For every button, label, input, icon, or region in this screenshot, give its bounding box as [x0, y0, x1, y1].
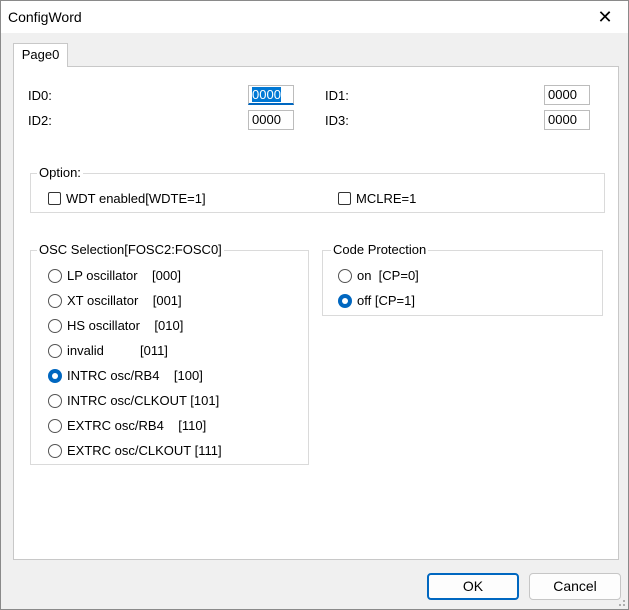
osc-radio-invalid[interactable]: invalid [011] [48, 343, 168, 358]
id1-value: 0000 [548, 87, 577, 102]
tab-page0[interactable]: Page0 [13, 43, 68, 67]
osc-radio-intrc-rb4-label: INTRC osc/RB4 [100] [67, 368, 203, 383]
osc-radio-intrc-clkout-label: INTRC osc/CLKOUT [101] [67, 393, 220, 408]
title-bar[interactable]: ConfigWord ✕ [1, 1, 628, 33]
close-button[interactable]: ✕ [582, 1, 628, 33]
cp-radio-off-label: off [CP=1] [357, 293, 415, 308]
window-title: ConfigWord [8, 9, 82, 25]
id2-label: ID2: [28, 113, 52, 128]
option-group-title: Option: [37, 165, 83, 180]
id0-value: 0000 [252, 87, 281, 102]
osc-radio-xt-label: XT oscillator [001] [67, 293, 182, 308]
code-protection-group-title: Code Protection [331, 242, 429, 257]
close-icon: ✕ [597, 6, 613, 27]
id3-field[interactable]: 0000 [544, 110, 590, 130]
id1-field[interactable]: 0000 [544, 85, 590, 105]
radio-circle-selected [48, 368, 62, 383]
radio-circle [48, 318, 62, 333]
osc-radio-extrc-clkout-label: EXTRC osc/CLKOUT [111] [67, 443, 222, 458]
id1-label: ID1: [325, 88, 349, 103]
mclre-checkbox-label: MCLRE=1 [356, 191, 417, 206]
tab-panel-page0: ID0: 0000 ID1: 0000 ID2: 0000 ID3: 0000 … [13, 66, 619, 560]
osc-selection-group-title: OSC Selection[FOSC2:FOSC0] [37, 242, 224, 257]
id0-field[interactable]: 0000 [248, 85, 294, 105]
mclre-checkbox-box [338, 192, 351, 205]
radio-circle [48, 343, 62, 358]
osc-radio-intrc-rb4[interactable]: INTRC osc/RB4 [100] [48, 368, 203, 383]
cp-radio-on[interactable]: on [CP=0] [338, 268, 419, 283]
radio-circle [48, 443, 62, 458]
osc-radio-intrc-clkout[interactable]: INTRC osc/CLKOUT [101] [48, 393, 219, 408]
radio-circle [338, 268, 352, 283]
osc-radio-extrc-rb4-label: EXTRC osc/RB4 [110] [67, 418, 207, 433]
cancel-button[interactable]: Cancel [529, 573, 621, 600]
radio-circle [48, 418, 62, 433]
osc-radio-lp-label: LP oscillator [000] [67, 268, 181, 283]
mclre-checkbox[interactable]: MCLRE=1 [338, 191, 416, 206]
id0-label: ID0: [28, 88, 52, 103]
osc-radio-xt[interactable]: XT oscillator [001] [48, 293, 182, 308]
id2-value: 0000 [252, 112, 281, 127]
osc-radio-lp[interactable]: LP oscillator [000] [48, 268, 181, 283]
ok-button[interactable]: OK [427, 573, 519, 600]
wdte-checkbox-label: WDT enabled[WDTE=1] [66, 191, 206, 206]
osc-radio-hs-label: HS oscillator [010] [67, 318, 184, 333]
radio-circle [48, 393, 62, 408]
osc-radio-hs[interactable]: HS oscillator [010] [48, 318, 183, 333]
radio-circle-selected [338, 293, 352, 308]
radio-circle [48, 268, 62, 283]
osc-radio-invalid-label: invalid [011] [67, 343, 168, 358]
cp-radio-on-label: on [CP=0] [357, 268, 419, 283]
osc-radio-extrc-rb4[interactable]: EXTRC osc/RB4 [110] [48, 418, 206, 433]
id2-field[interactable]: 0000 [248, 110, 294, 130]
resize-grip-icon[interactable] [616, 597, 626, 607]
id3-value: 0000 [548, 112, 577, 127]
wdte-checkbox[interactable]: WDT enabled[WDTE=1] [48, 191, 206, 206]
osc-radio-extrc-clkout[interactable]: EXTRC osc/CLKOUT [111] [48, 443, 222, 458]
config-word-dialog: ConfigWord ✕ Page0 ID0: 0000 ID1: 0000 I… [0, 0, 629, 610]
id3-label: ID3: [325, 113, 349, 128]
wdte-checkbox-box [48, 192, 61, 205]
radio-circle [48, 293, 62, 308]
cp-radio-off[interactable]: off [CP=1] [338, 293, 415, 308]
